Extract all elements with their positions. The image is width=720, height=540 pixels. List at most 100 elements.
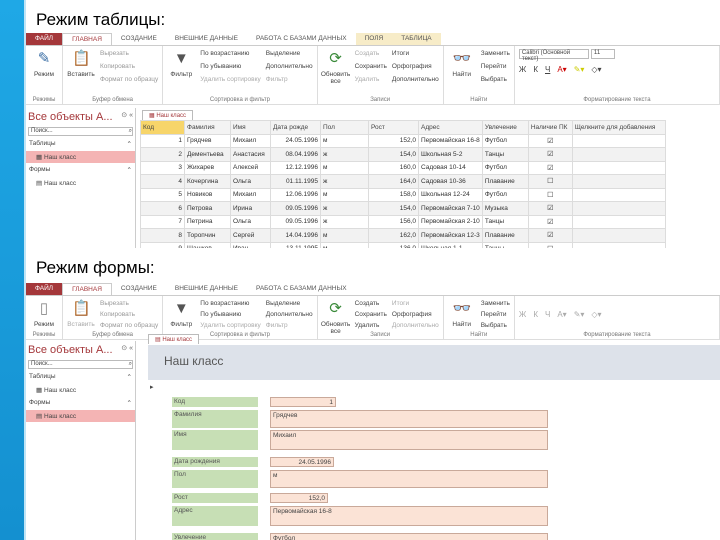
cut-button[interactable]: Вырезать bbox=[100, 49, 158, 59]
column-header[interactable]: Пол bbox=[320, 120, 369, 135]
table-cell[interactable]: 13.11.1995 bbox=[270, 241, 321, 248]
table-cell[interactable]: Музыка bbox=[481, 201, 529, 216]
font-size-select[interactable]: 11 bbox=[590, 49, 615, 59]
refresh-all-button[interactable]: ⟳ Обновить все bbox=[321, 49, 350, 94]
column-header[interactable]: Имя bbox=[230, 120, 271, 135]
spelling-button[interactable]: Орфография bbox=[392, 62, 439, 72]
checkbox-checked[interactable]: ☑ bbox=[527, 214, 573, 229]
table-cell[interactable]: м bbox=[320, 133, 369, 148]
table-cell[interactable]: ж bbox=[320, 201, 369, 216]
table-cell[interactable]: Шашков bbox=[184, 241, 231, 248]
remove-sort-button[interactable]: Удалить сортировку bbox=[200, 75, 261, 85]
goto-button[interactable]: Перейти bbox=[481, 62, 510, 72]
field-input[interactable]: 152,0 bbox=[270, 493, 328, 503]
view-button[interactable]: ✎ Режим bbox=[30, 49, 58, 94]
table-cell[interactable]: 160,0 bbox=[368, 160, 419, 175]
table-cell[interactable]: Михаил bbox=[230, 133, 271, 148]
table-cell[interactable]: Первомайская 2-10 bbox=[418, 214, 483, 229]
table-cell[interactable] bbox=[571, 214, 666, 229]
goto-button[interactable]: Перейти bbox=[481, 310, 510, 320]
table-cell[interactable]: Танцы bbox=[481, 147, 529, 162]
advanced-filter-button[interactable]: Дополнительно bbox=[266, 62, 313, 72]
table-row[interactable]: 3 Жихарев Алексей 12.12.1996 м 160,0 Садовая 1… bbox=[140, 160, 666, 175]
replace-button[interactable]: Заменить bbox=[481, 299, 510, 309]
paste-button[interactable]: 📋 Вставить bbox=[67, 49, 95, 94]
table-cell[interactable]: Петрова bbox=[184, 201, 231, 216]
table-cell[interactable]: Сергей bbox=[230, 228, 271, 243]
table-cell[interactable] bbox=[571, 187, 666, 202]
delete-record-button[interactable]: Удалить bbox=[355, 321, 387, 331]
field-input[interactable]: 1 bbox=[270, 397, 336, 407]
table-cell[interactable]: Плавание bbox=[481, 228, 529, 243]
table-cell[interactable]: м bbox=[320, 187, 369, 202]
sort-asc-button[interactable]: По возрастанию bbox=[200, 49, 261, 59]
nav-item-form[interactable]: ▤ Наш класс bbox=[26, 177, 135, 189]
table-cell[interactable]: Ирина bbox=[230, 201, 271, 216]
table-cell[interactable]: Ольга bbox=[230, 214, 271, 229]
table-cell[interactable]: 154,0 bbox=[368, 147, 419, 162]
table-cell[interactable]: 154,0 bbox=[368, 201, 419, 216]
table-cell[interactable]: 08.04.1996 bbox=[270, 147, 321, 162]
underline-button[interactable]: Ч bbox=[545, 310, 550, 319]
table-cell[interactable]: 3 bbox=[140, 160, 185, 175]
table-cell[interactable]: 162,0 bbox=[368, 228, 419, 243]
table-cell[interactable]: ж bbox=[320, 147, 369, 162]
column-header[interactable]: Адрес bbox=[418, 120, 483, 135]
column-header[interactable]: Рост bbox=[368, 120, 419, 135]
table-cell[interactable]: 7 bbox=[140, 214, 185, 229]
table-cell[interactable] bbox=[571, 147, 666, 162]
nav-section-tables[interactable]: Таблицы ⌃ bbox=[26, 137, 135, 151]
table-row[interactable]: 4 Кочергина Ольга 01.11.1995 ж 164,0 Садовая 1… bbox=[140, 174, 666, 189]
table-cell[interactable]: Школьная 5-2 bbox=[418, 147, 483, 162]
table-cell[interactable]: 164,0 bbox=[368, 174, 419, 189]
totals-button[interactable]: Итоги bbox=[392, 299, 439, 309]
table-cell[interactable]: Первомайская 16-8 bbox=[418, 133, 483, 148]
table-cell[interactable]: Михаил bbox=[230, 187, 271, 202]
table-cell[interactable]: Иван bbox=[230, 241, 271, 248]
italic-button[interactable]: К bbox=[533, 65, 538, 74]
field-input[interactable]: 24.05.1996 bbox=[270, 457, 334, 467]
table-cell[interactable]: Плавание bbox=[481, 174, 529, 189]
sort-asc-button[interactable]: По возрастанию bbox=[200, 299, 261, 309]
checkbox-unchecked[interactable]: ☐ bbox=[527, 187, 573, 202]
more-button[interactable]: Дополнительно bbox=[392, 75, 439, 85]
checkbox-checked[interactable]: ☑ bbox=[527, 133, 573, 148]
checkbox-checked[interactable]: ☑ bbox=[527, 201, 573, 216]
nav-title[interactable]: Все объекты А... bbox=[28, 344, 113, 356]
column-header[interactable]: Наличие ПК bbox=[527, 120, 573, 135]
table-cell[interactable]: 136,0 bbox=[368, 241, 419, 248]
table-cell[interactable] bbox=[571, 201, 666, 216]
view-button[interactable]: ▯ Режим bbox=[30, 299, 58, 329]
table-cell[interactable]: 09.05.1996 bbox=[270, 214, 321, 229]
document-tab[interactable]: ▦ Наш класс bbox=[142, 110, 194, 120]
table-cell[interactable]: Дементьева bbox=[184, 147, 231, 162]
table-cell[interactable]: Футбол bbox=[481, 133, 529, 148]
column-header[interactable]: Код bbox=[140, 120, 185, 135]
table-cell[interactable]: 6 bbox=[140, 201, 185, 216]
copy-button[interactable]: Копировать bbox=[100, 310, 158, 320]
column-header[interactable]: Увлечение bbox=[481, 120, 529, 135]
table-cell[interactable]: Грядчев bbox=[184, 133, 231, 148]
table-cell[interactable]: Школьная 1-1 bbox=[418, 241, 483, 248]
tab-fields[interactable]: ПОЛЯ bbox=[355, 33, 393, 45]
table-cell[interactable]: ж bbox=[320, 174, 369, 189]
tab-database-tools[interactable]: РАБОТА С БАЗАМИ ДАННЫХ bbox=[247, 283, 356, 295]
tab-file[interactable]: ФАЙЛ bbox=[26, 283, 63, 295]
sort-desc-button[interactable]: По убыванию bbox=[200, 62, 261, 72]
nav-section-forms[interactable]: Формы ⌃ bbox=[26, 396, 135, 410]
cut-button[interactable]: Вырезать bbox=[100, 299, 158, 309]
table-cell[interactable]: 5 bbox=[140, 187, 185, 202]
toggle-filter-button[interactable]: Фильтр bbox=[266, 321, 313, 331]
fill-color-icon[interactable]: ◇▾ bbox=[591, 310, 601, 319]
checkbox-checked[interactable]: ☑ bbox=[527, 147, 573, 162]
table-cell[interactable]: 2 bbox=[140, 147, 185, 162]
tab-table[interactable]: ТАБЛИЦА bbox=[392, 33, 441, 45]
nav-collapse-icon[interactable]: ⊙ « bbox=[121, 344, 133, 356]
table-row[interactable]: 6 Петрова Ирина 09.05.1996 ж 154,0 Первомайска… bbox=[140, 201, 666, 216]
totals-button[interactable]: Итоги bbox=[392, 49, 439, 59]
advanced-filter-button[interactable]: Дополнительно bbox=[266, 310, 313, 320]
copy-button[interactable]: Копировать bbox=[100, 62, 158, 72]
selection-button[interactable]: Выделение bbox=[266, 299, 313, 309]
record-selector-icon[interactable]: ▸ bbox=[150, 383, 154, 391]
table-cell[interactable]: 4 bbox=[140, 174, 185, 189]
